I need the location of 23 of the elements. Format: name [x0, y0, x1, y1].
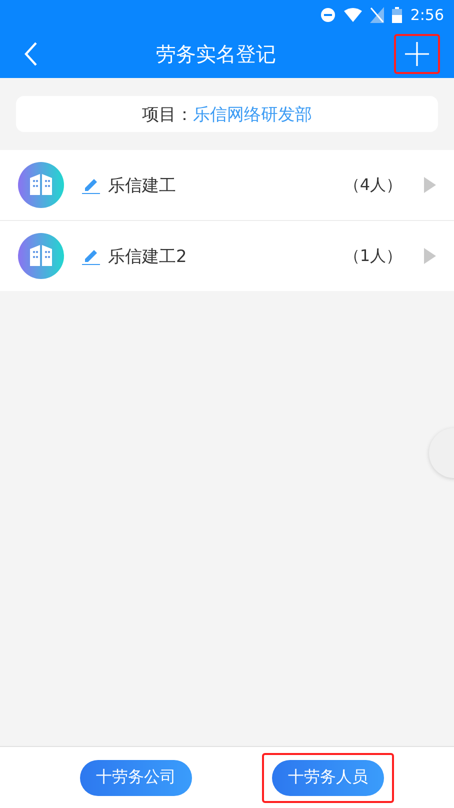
company-name: 乐信建工2	[108, 246, 188, 268]
company-row[interactable]: 乐信建工2 （1人）	[0, 221, 454, 291]
do-not-disturb-icon	[320, 7, 336, 23]
building-icon	[18, 162, 64, 208]
status-time: 2:56	[410, 6, 444, 24]
back-icon[interactable]	[24, 42, 38, 66]
battery-icon	[392, 7, 402, 23]
member-count: （1人）	[344, 246, 402, 266]
project-name: 乐信网络研发部	[193, 104, 312, 126]
company-name: 乐信建工	[108, 174, 177, 196]
edit-icon[interactable]	[82, 176, 100, 194]
chevron-right-icon	[424, 248, 436, 264]
project-label: 项目：	[142, 104, 193, 126]
page-title: 劳务实名登记	[156, 40, 276, 68]
chevron-right-icon	[424, 177, 436, 193]
company-row[interactable]: 乐信建工 （4人）	[0, 150, 454, 221]
plus-icon	[404, 41, 430, 67]
edit-icon[interactable]	[82, 247, 100, 265]
building-icon	[18, 233, 64, 279]
member-count: （4人）	[344, 174, 402, 196]
add-button[interactable]	[394, 34, 440, 74]
wifi-icon	[344, 8, 362, 22]
no-signal-icon	[370, 7, 384, 23]
